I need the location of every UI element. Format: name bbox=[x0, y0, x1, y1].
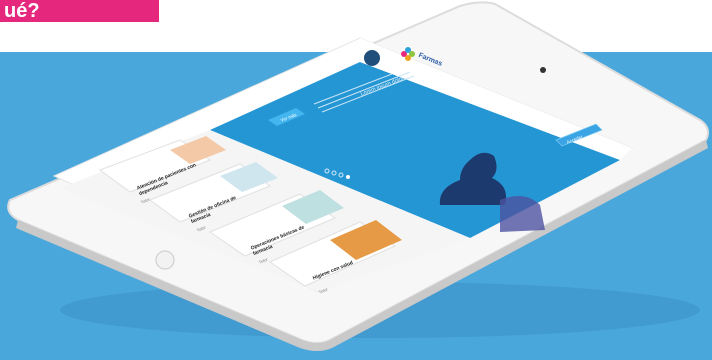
slider-dot-4 bbox=[346, 175, 350, 179]
camera-icon bbox=[540, 67, 546, 73]
home-button bbox=[155, 250, 175, 270]
ipad-device bbox=[7, 1, 709, 351]
menu-button bbox=[364, 50, 380, 66]
